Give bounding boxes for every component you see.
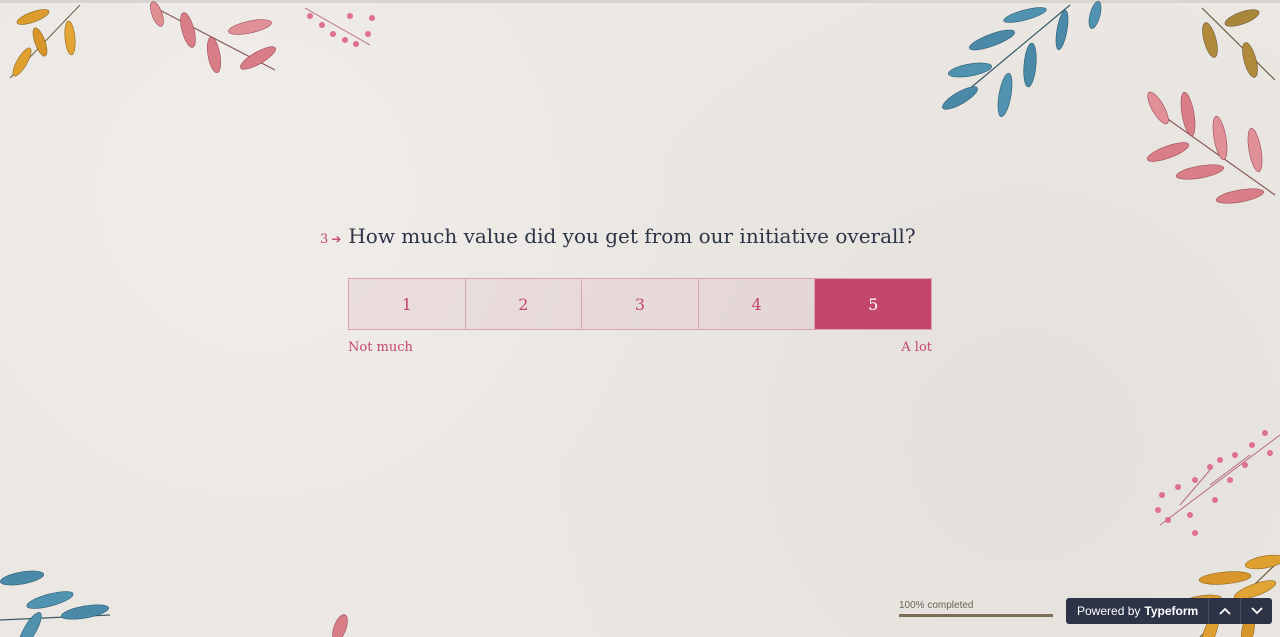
scale-option-5[interactable]: 5 — [815, 279, 931, 329]
next-question-button[interactable] — [1240, 598, 1272, 624]
powered-by-brand: Typeform — [1144, 604, 1199, 618]
scale-option-3[interactable]: 3 — [582, 279, 699, 329]
scale-label-right: A lot — [901, 340, 932, 355]
progress-track — [899, 614, 1053, 617]
question-header: 3 ➔ How much value did you get from our … — [320, 224, 916, 248]
leaf-decoration-top-left — [9, 1, 375, 79]
arrow-right-icon: ➔ — [331, 232, 342, 246]
leaf-decoration-bottom-left — [0, 570, 348, 637]
powered-by-link[interactable]: Powered by Typeform — [1066, 598, 1208, 624]
powered-by-prefix: Powered by — [1077, 604, 1141, 618]
flower-decoration-right — [1155, 430, 1280, 536]
progress-indicator: 100% completed — [899, 600, 1053, 617]
chevron-down-icon — [1251, 607, 1263, 615]
progress-text: 100% completed — [899, 600, 974, 611]
scale-option-4[interactable]: 4 — [698, 279, 816, 329]
scale-option-1[interactable]: 1 — [349, 279, 466, 329]
chevron-up-icon — [1219, 607, 1231, 615]
question-text: How much value did you get from our init… — [348, 224, 916, 248]
question-number: 3 — [320, 232, 329, 247]
footer-bar: Powered by Typeform — [1066, 598, 1273, 624]
scale-option-2[interactable]: 2 — [465, 279, 583, 329]
leaf-decoration-top-right — [942, 1, 1276, 204]
progress-fill — [899, 614, 1053, 617]
opinion-scale: 1 2 3 4 5 — [348, 278, 932, 330]
previous-question-button[interactable] — [1208, 598, 1240, 624]
scale-label-left: Not much — [348, 340, 413, 355]
